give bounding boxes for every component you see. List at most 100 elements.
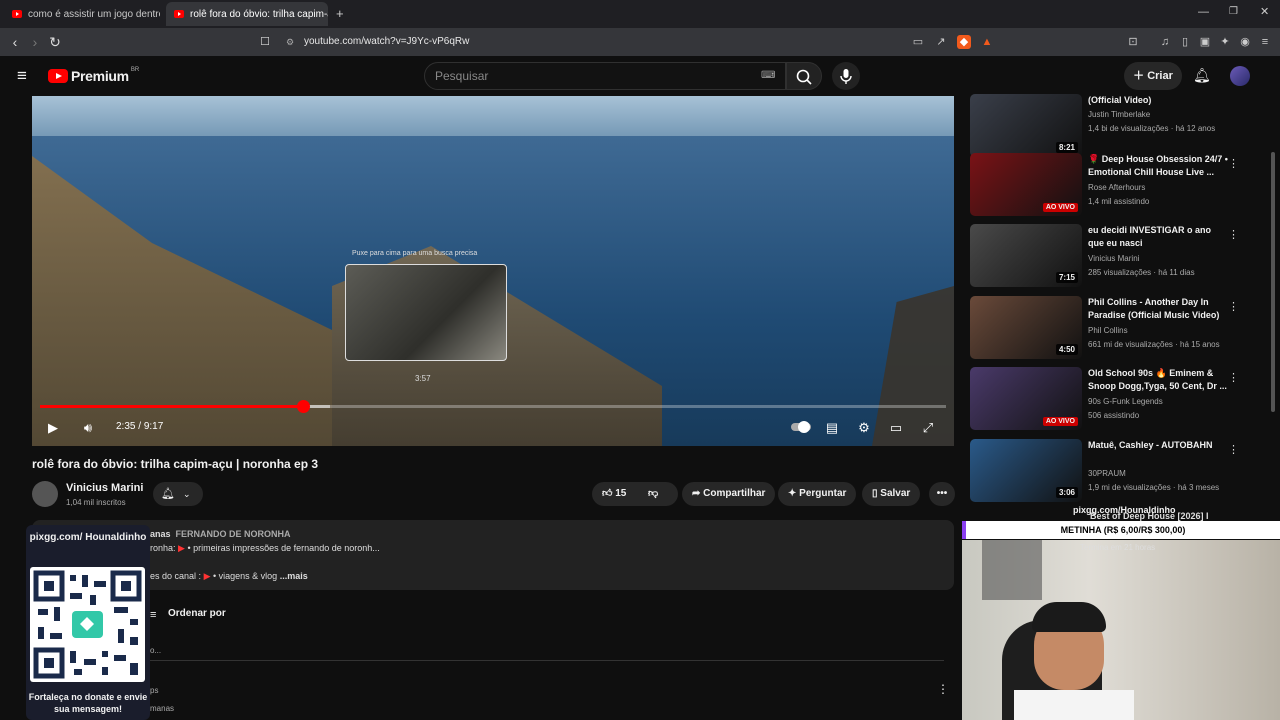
rewards-icon[interactable]: ▲ <box>980 35 994 49</box>
ask-button[interactable]: ✦ Perguntar <box>778 482 857 506</box>
recommendation-meta: 506 assistindo <box>1088 411 1140 420</box>
recommendation-channel[interactable]: Justin Timberlake <box>1088 110 1150 119</box>
more-vertical-icon[interactable]: ⋮ <box>1228 300 1239 313</box>
share-label: Compartilhar <box>703 488 766 499</box>
more-vertical-icon[interactable]: ⋮ <box>1228 228 1239 241</box>
description-fragment: ronha: <box>150 543 176 553</box>
description-fragment: anas <box>150 529 171 539</box>
recommendation-title[interactable]: Phil Collins - Another Day In Paradise (… <box>1088 296 1228 322</box>
minimize-icon[interactable]: — <box>1198 6 1209 18</box>
recommendation-title[interactable]: eu decidi INVESTIGAR o ano que eu nasci <box>1088 224 1228 250</box>
more-actions-button[interactable]: ••• <box>929 482 955 506</box>
recommendation-item[interactable]: 7:15 eu decidi INVESTIGAR o ano que eu na… <box>970 224 1270 292</box>
show-more-link[interactable]: ...mais <box>280 571 308 581</box>
recommendation-channel[interactable]: 30PRAUM <box>1088 469 1126 478</box>
channel-name[interactable]: Vinicius Marini <box>66 482 143 494</box>
screenshot-icon[interactable]: ⊡ <box>1126 35 1140 49</box>
recommendation-title[interactable]: 🌹 Deep House Obsession 24/7 • Emotional … <box>1088 153 1228 179</box>
recommendation-channel[interactable]: Vinicius Marini <box>1088 254 1139 263</box>
recommendation-thumbnail[interactable]: 4:50 <box>970 296 1082 359</box>
search-input[interactable]: Pesquisar ⌨ <box>424 62 786 90</box>
sidebar-icon[interactable]: ▯ <box>1178 35 1192 49</box>
recommendation-title[interactable]: Matuê, Cashley - AUTOBAHN <box>1088 439 1228 452</box>
youtube-small-icon: ▶ <box>178 543 185 553</box>
scrubber-handle[interactable] <box>296 400 310 413</box>
restore-icon[interactable]: ❐ <box>1229 6 1238 17</box>
hamburger-menu-icon[interactable]: ≡ <box>17 67 27 84</box>
donation-overlay-text: pixgg.com/Hounaldinho <box>1073 505 1176 515</box>
recommendation-channel[interactable]: 90s G-Funk Legends <box>1088 397 1163 406</box>
more-vertical-icon[interactable]: ⋮ <box>1228 157 1239 170</box>
url-text: youtube.com/watch?v=J9Yc-vP6qRw <box>304 36 470 47</box>
share-icon[interactable]: ↗ <box>934 35 948 49</box>
url-field[interactable]: ⚙ youtube.com/watch?v=J9Yc-vP6qRw <box>280 32 1000 52</box>
video-player[interactable]: Puxe para cima para uma busca precisa 3:… <box>32 96 954 446</box>
browser-tab[interactable]: como é assistir um jogo dentro do m <box>4 2 160 26</box>
recommendation-title[interactable]: (Official Video) <box>1088 94 1228 107</box>
more-vertical-icon[interactable]: ⋮ <box>1228 371 1239 384</box>
recommendation-item[interactable]: 3:06 Matuê, Cashley - AUTOBAHN 30PRAUM 1,9 … <box>970 439 1270 507</box>
volume-icon[interactable]: 🔊︎ <box>79 420 97 436</box>
close-window-icon[interactable]: ✕ <box>1260 5 1269 18</box>
like-button[interactable]: 👍︎ 15 <box>602 488 626 499</box>
create-button[interactable]: ＋ Criar <box>1124 62 1182 90</box>
voice-search-button[interactable] <box>832 62 860 90</box>
reload-icon[interactable]: ↻ <box>47 34 63 50</box>
back-icon[interactable]: ‹ <box>7 34 23 50</box>
forward-icon[interactable]: › <box>27 34 43 50</box>
keyboard-icon[interactable]: ⌨ <box>761 63 775 89</box>
vpn-icon[interactable]: ◉ <box>1238 35 1252 49</box>
youtube-premium-logo[interactable]: Premium BR <box>48 67 139 84</box>
description-box[interactable]: anas FERNANDO DE NORONHA ronha: ▶ • prim… <box>32 520 954 590</box>
recommendation-thumbnail[interactable]: AO VIVO <box>970 367 1082 430</box>
fullscreen-icon[interactable]: ⤢ <box>919 420 937 436</box>
user-avatar[interactable] <box>1230 66 1250 86</box>
bookmark-icon[interactable]: ☐ <box>257 34 273 50</box>
site-info-icon[interactable]: ⚙ <box>286 32 294 52</box>
notifications-bell-icon[interactable]: 🔔︎ <box>1193 67 1211 84</box>
sort-by-button[interactable]: Ordenar por <box>168 608 226 619</box>
dislike-button[interactable]: 👎︎ <box>648 482 658 506</box>
settings-gear-icon[interactable]: ⚙ <box>855 420 873 436</box>
save-button[interactable]: ▯ Salvar <box>862 482 921 506</box>
recommendation-item[interactable]: AO VIVO Old School 90s 🔥 Eminem & Snoop D… <box>970 367 1270 435</box>
donation-qr-panel: pixgg.com/ Hounaldinho Fortaleça no dona… <box>26 525 150 720</box>
recommendation-item[interactable]: 8:21 (Official Video) Justin Timberlake 1,4… <box>970 94 1270 162</box>
sort-icon: ≡ <box>150 609 157 621</box>
recommendation-channel[interactable]: Phil Collins <box>1088 326 1128 335</box>
recommendation-thumbnail[interactable]: 7:15 <box>970 224 1082 287</box>
wallet-icon[interactable]: ▣ <box>1198 35 1212 49</box>
search-button[interactable] <box>786 62 822 90</box>
qr-code-graphic <box>33 570 142 679</box>
progress-bar[interactable] <box>40 400 946 413</box>
recommendation-thumbnail[interactable]: 8:21 <box>970 94 1082 157</box>
recommendation-thumbnail[interactable]: 3:06 <box>970 439 1082 502</box>
miniplayer-icon[interactable]: ▭ <box>887 420 905 436</box>
more-vertical-icon[interactable]: ⋮ <box>1228 443 1239 456</box>
subtitles-icon[interactable]: ▤ <box>823 420 841 436</box>
search-icon <box>796 69 812 85</box>
share-button[interactable]: ➦ Compartilhar <box>682 482 776 506</box>
recommendation-title[interactable]: Old School 90s 🔥 Eminem & Snoop Dogg,Tyg… <box>1088 367 1228 393</box>
recommendation-thumbnail[interactable]: AO VIVO <box>970 153 1082 216</box>
cast-icon[interactable]: ▭ <box>911 35 925 49</box>
recommendation-item[interactable]: 4:50 Phil Collins - Another Day In Paradi… <box>970 296 1270 364</box>
subscription-bell-button[interactable]: 🔔︎ ⌄ <box>153 482 203 506</box>
description-link[interactable]: • viagens & vlog <box>213 571 277 581</box>
brave-shield-icon[interactable]: ◆ <box>957 35 971 49</box>
leo-ai-icon[interactable]: ✦ <box>1218 35 1232 49</box>
comment-menu-icon[interactable]: ⋮ <box>937 682 949 696</box>
autoplay-toggle[interactable] <box>790 420 812 436</box>
recommendation-channel[interactable]: Rose Afterhours <box>1088 183 1145 192</box>
recommendation-item[interactable]: AO VIVO 🌹 Deep House Obsession 24/7 • Emo… <box>970 153 1270 221</box>
recommendation-meta: 1,4 mil assistindo <box>1088 197 1150 206</box>
new-tab-button[interactable]: + <box>336 6 344 21</box>
scrollbar[interactable] <box>1271 152 1275 412</box>
description-link[interactable]: • primeiras impressões de fernando de no… <box>187 543 379 553</box>
play-icon[interactable]: ▶ <box>44 420 62 436</box>
music-icon[interactable]: ♫ <box>1158 35 1172 49</box>
menu-icon[interactable]: ≡ <box>1258 35 1272 49</box>
seek-preview-time: 3:57 <box>415 374 431 383</box>
channel-avatar[interactable] <box>32 481 58 507</box>
browser-tab-active[interactable]: rolê fora do óbvio: trilha capim-a ✕ <box>166 2 328 26</box>
